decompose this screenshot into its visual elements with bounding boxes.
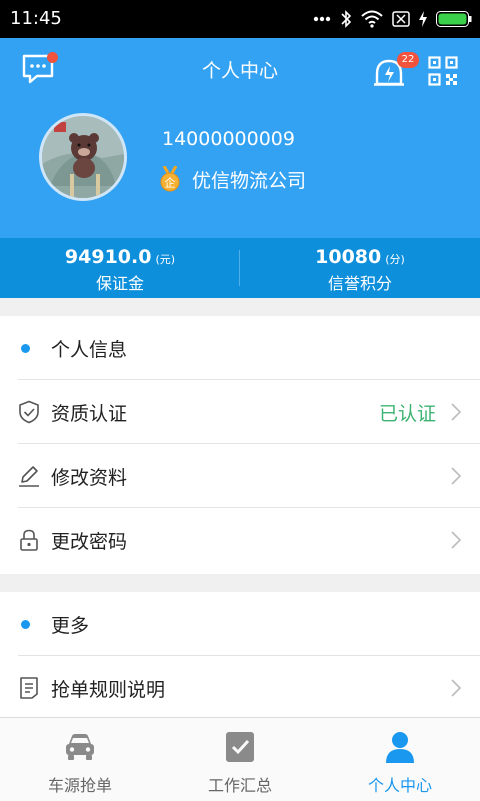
edit-pen-icon bbox=[19, 466, 39, 487]
tab-personal-center-label: 个人中心 bbox=[367, 776, 432, 795]
tab-car-orders[interactable]: 车源抢单 bbox=[0, 718, 160, 801]
more-header: 更多 bbox=[0, 592, 480, 656]
qualification-row[interactable]: 资质认证 已认证 bbox=[0, 380, 480, 444]
wifi-icon bbox=[361, 10, 383, 28]
credit-label: 信誉积分 bbox=[327, 274, 392, 293]
credit-stat[interactable]: 10080 (分) 信誉积分 bbox=[240, 246, 480, 294]
edit-profile-row[interactable]: 修改资料 bbox=[0, 444, 480, 508]
user-icon bbox=[386, 732, 414, 763]
tab-work-summary[interactable]: 工作汇总 bbox=[160, 718, 320, 801]
company-name: 优信物流公司 bbox=[192, 170, 307, 192]
lock-icon bbox=[20, 529, 38, 551]
chevron-right-icon bbox=[451, 403, 462, 421]
qr-code-icon[interactable] bbox=[428, 56, 458, 86]
stats-bar: 94910.0 (元) 保证金 10080 (分) 信誉积分 bbox=[0, 238, 480, 298]
personal-info-header: 个人信息 bbox=[0, 316, 480, 380]
charging-icon bbox=[419, 11, 427, 27]
car-icon bbox=[66, 734, 94, 760]
user-phone: 14000000009 bbox=[162, 128, 295, 150]
avatar-bear-image bbox=[42, 116, 124, 198]
enterprise-badge-text: 企 bbox=[165, 176, 176, 190]
deposit-unit: (元) bbox=[155, 253, 176, 266]
status-time: 11:45 bbox=[10, 8, 62, 29]
personal-section: 个人信息 资质认证 已认证 修改资料 更改密码 bbox=[0, 316, 480, 574]
credit-value: 10080 bbox=[315, 246, 382, 268]
shield-check-icon bbox=[19, 400, 39, 424]
bluetooth-icon bbox=[341, 10, 352, 28]
grab-order-rules-label: 抢单规则说明 bbox=[51, 679, 166, 701]
more-title: 更多 bbox=[51, 615, 90, 637]
profile-header: 个人中心 22 14000000009 企 优信物流公司 bbox=[0, 38, 480, 238]
alarm-count-badge: 22 bbox=[397, 52, 419, 68]
sim-blocked-icon bbox=[392, 11, 410, 27]
bottom-tab-bar: 车源抢单 工作汇总 个人中心 bbox=[0, 717, 480, 801]
status-bar: 11:45 bbox=[0, 0, 480, 38]
section-dot bbox=[21, 344, 30, 353]
deposit-label: 保证金 bbox=[95, 274, 144, 293]
change-password-row[interactable]: 更改密码 bbox=[0, 508, 480, 572]
checklist-icon bbox=[226, 732, 254, 762]
chevron-right-icon bbox=[451, 531, 462, 549]
edit-profile-label: 修改资料 bbox=[51, 467, 128, 489]
section-dot bbox=[21, 620, 30, 629]
battery-icon bbox=[436, 11, 472, 27]
tab-personal-center[interactable]: 个人中心 bbox=[320, 718, 480, 801]
document-icon bbox=[20, 677, 38, 699]
deposit-value: 94910.0 bbox=[64, 246, 152, 268]
verified-status: 已认证 bbox=[378, 403, 436, 425]
grab-order-rules-row[interactable]: 抢单规则说明 bbox=[0, 656, 480, 720]
status-icons bbox=[313, 9, 472, 29]
tab-work-summary-label: 工作汇总 bbox=[207, 776, 272, 795]
avatar[interactable] bbox=[39, 113, 127, 201]
personal-info-title: 个人信息 bbox=[51, 339, 128, 361]
qualification-label: 资质认证 bbox=[51, 403, 128, 425]
enterprise-medal-icon: 企 bbox=[160, 166, 180, 192]
deposit-stat[interactable]: 94910.0 (元) 保证金 bbox=[0, 246, 240, 294]
change-password-label: 更改密码 bbox=[51, 531, 128, 553]
credit-unit: (分) bbox=[385, 253, 405, 266]
chevron-right-icon bbox=[451, 467, 462, 485]
more-section: 更多 抢单规则说明 bbox=[0, 592, 480, 717]
tab-car-orders-label: 车源抢单 bbox=[47, 776, 112, 795]
chevron-right-icon bbox=[451, 679, 462, 697]
more-dots-icon bbox=[313, 16, 331, 22]
